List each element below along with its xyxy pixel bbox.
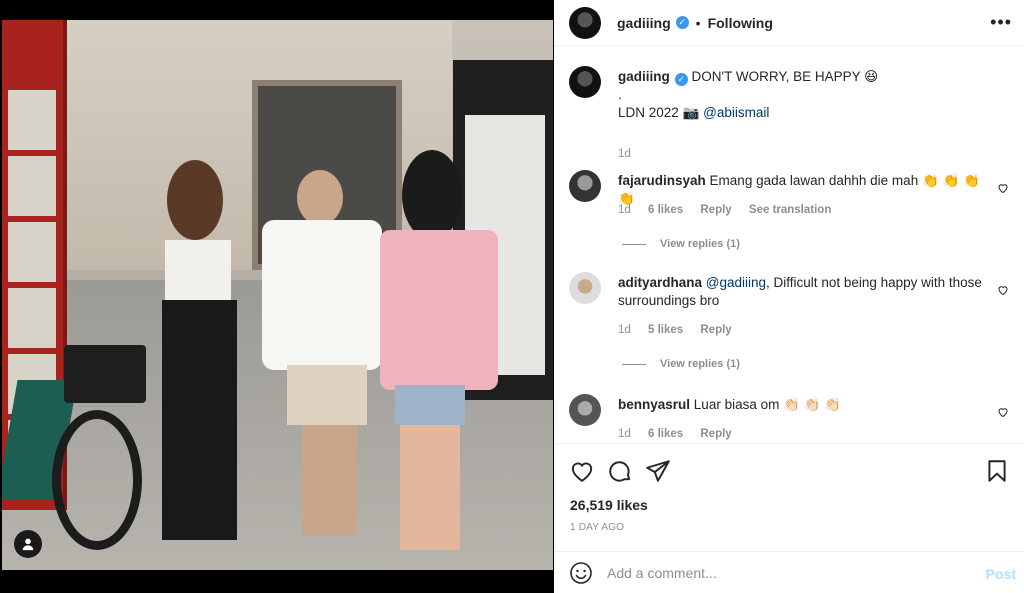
photo-person-right xyxy=(380,150,500,560)
post-side-panel: gadiiing ✓ • Following ••• gadiiing ✓ DON… xyxy=(554,0,1024,593)
instagram-post-view: gadiiing ✓ • Following ••• gadiiing ✓ DON… xyxy=(0,0,1024,593)
comment-input[interactable] xyxy=(607,564,967,581)
avatar[interactable] xyxy=(569,6,601,39)
photo-person-left xyxy=(147,160,252,560)
comment-age: 1d xyxy=(618,324,631,336)
save-bookmark-icon[interactable] xyxy=(984,458,1010,484)
comment-username[interactable]: fajarudinsyah xyxy=(618,173,706,188)
comment-text: Luar biasa om 👏🏻 👏🏻 👏🏻 xyxy=(693,397,842,412)
like-comment-heart-icon[interactable] xyxy=(997,182,1009,194)
post-time: 1 DAY AGO xyxy=(570,522,625,533)
reply-button[interactable]: Reply xyxy=(700,428,731,440)
photo-person-center xyxy=(257,170,387,550)
emoji-icon[interactable] xyxy=(569,561,593,585)
avatar[interactable] xyxy=(569,66,601,98)
header-username[interactable]: gadiiing xyxy=(617,15,671,31)
comment-age: 1d xyxy=(618,204,631,216)
photo-bicycle xyxy=(2,260,152,560)
comment-bubble-icon[interactable] xyxy=(607,458,633,484)
verified-icon: ✓ xyxy=(675,16,689,29)
user-icon xyxy=(22,538,34,551)
following-button[interactable]: Following xyxy=(708,15,773,31)
view-replies-label: View replies (1) xyxy=(660,238,740,250)
header-separator: • xyxy=(695,14,701,31)
more-options-icon[interactable]: ••• xyxy=(990,12,1012,33)
comment-item: fajarudinsyah Emang gada lawan dahhh die… xyxy=(569,170,1009,260)
reply-button[interactable]: Reply xyxy=(700,324,731,336)
comment-mention[interactable]: @gadiiing xyxy=(706,275,766,290)
caption-line-3: LDN 2022 📷 xyxy=(618,105,700,120)
see-translation-button[interactable]: See translation xyxy=(749,204,831,216)
caption-username[interactable]: gadiiing xyxy=(618,69,670,84)
post-actions: 26,519 likes 1 DAY AGO xyxy=(554,443,1024,543)
like-comment-heart-icon[interactable] xyxy=(997,406,1009,418)
photo-panel xyxy=(0,0,554,593)
comment-item: bennyasrul Luar biasa om 👏🏻 👏🏻 👏🏻 1d 6 l… xyxy=(569,394,1009,442)
avatar[interactable] xyxy=(569,394,601,426)
comment-likes[interactable]: 5 likes xyxy=(648,324,683,336)
divider xyxy=(622,243,646,245)
comment-likes[interactable]: 6 likes xyxy=(648,204,683,216)
post-comment-button[interactable]: Post xyxy=(986,566,1016,582)
post-photo[interactable] xyxy=(2,20,553,570)
avatar[interactable] xyxy=(569,170,601,202)
caption-line-2: . xyxy=(618,87,622,102)
post-header: gadiiing ✓ • Following ••• xyxy=(554,0,1024,46)
likes-count[interactable]: 26,519 likes xyxy=(570,497,648,513)
avatar[interactable] xyxy=(569,272,601,304)
caption: gadiiing ✓ DON'T WORRY, BE HAPPY 😆 . LDN … xyxy=(569,66,1009,160)
caption-age: 1d xyxy=(618,148,631,160)
caption-line-1: DON'T WORRY, BE HAPPY 😆 xyxy=(691,69,879,84)
verified-icon: ✓ xyxy=(674,73,688,86)
comment-age: 1d xyxy=(618,428,631,440)
divider xyxy=(622,363,646,365)
comment-username[interactable]: adityardhana xyxy=(618,275,702,290)
view-replies-button[interactable]: View replies (1) xyxy=(622,358,740,370)
comment-item: adityardhana @gadiiing, Difficult not be… xyxy=(569,272,1009,372)
view-replies-label: View replies (1) xyxy=(660,358,740,370)
add-comment-bar: Post xyxy=(554,551,1024,593)
view-replies-button[interactable]: View replies (1) xyxy=(622,238,740,250)
comment-likes[interactable]: 6 likes xyxy=(648,428,683,440)
comments-list[interactable]: gadiiing ✓ DON'T WORRY, BE HAPPY 😆 . LDN … xyxy=(554,52,1024,442)
reply-button[interactable]: Reply xyxy=(700,204,731,216)
like-heart-icon[interactable] xyxy=(569,458,595,484)
like-comment-heart-icon[interactable] xyxy=(997,284,1009,296)
tagged-people-button[interactable] xyxy=(14,530,42,558)
share-paper-plane-icon[interactable] xyxy=(645,458,671,484)
comment-username[interactable]: bennyasrul xyxy=(618,397,690,412)
caption-mention[interactable]: @abiismail xyxy=(703,105,769,120)
